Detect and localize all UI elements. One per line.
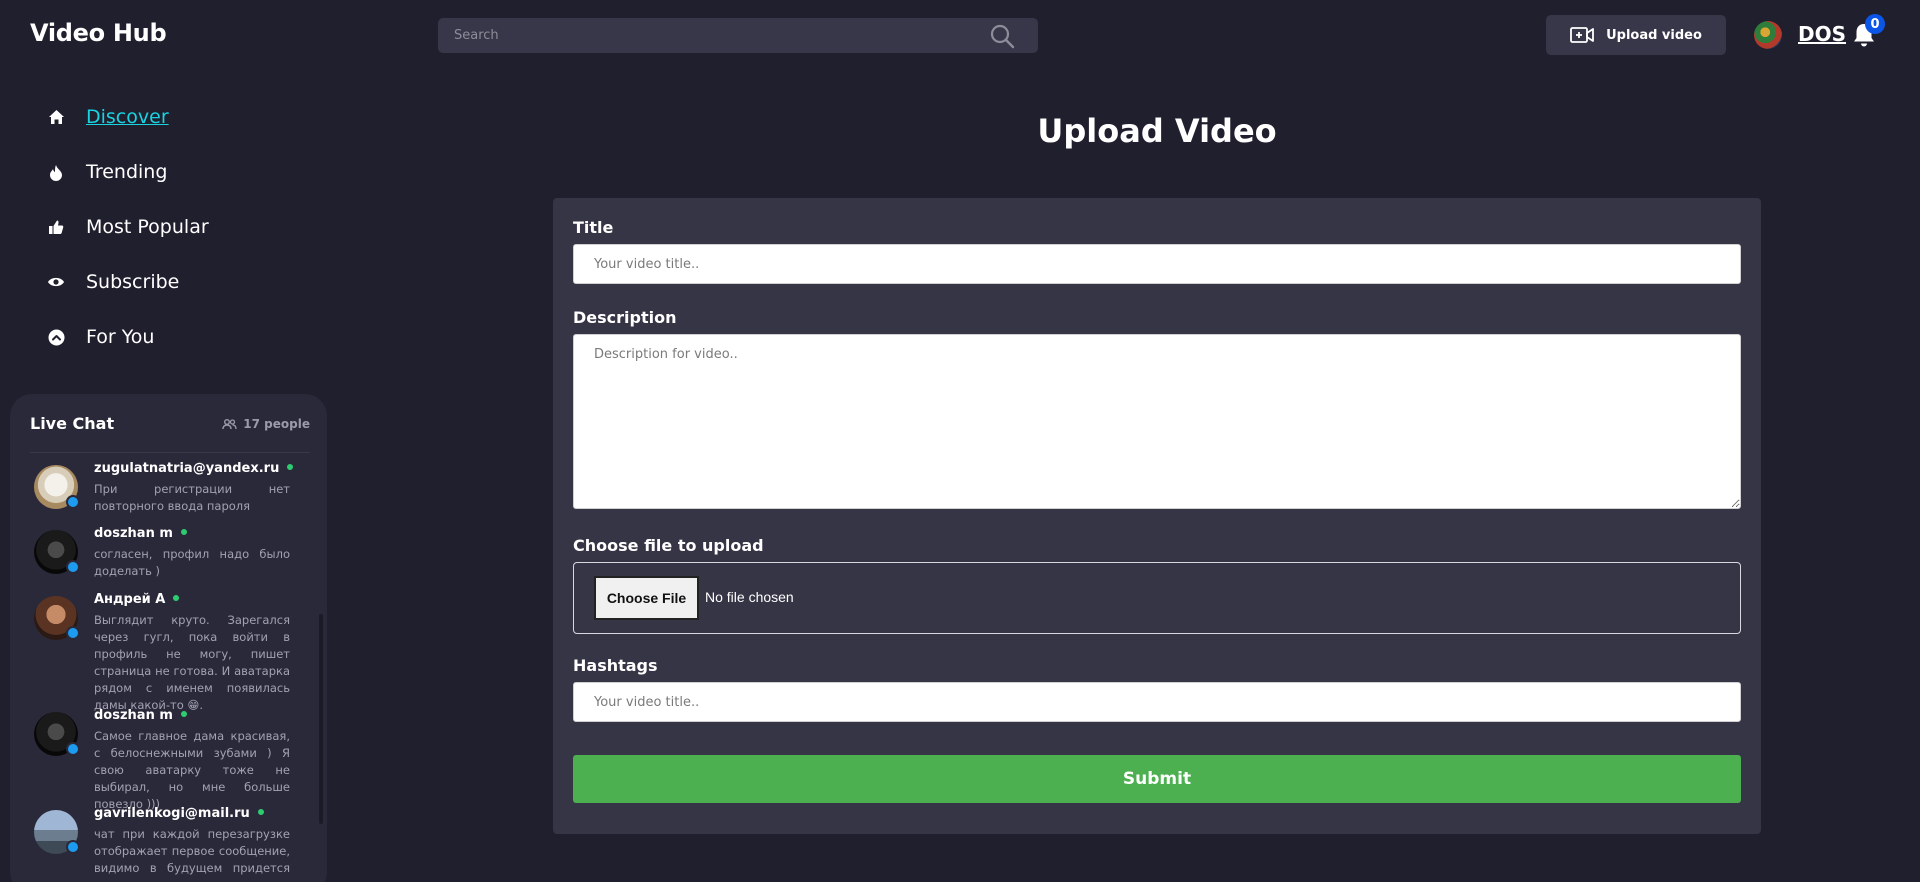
online-dot-icon xyxy=(173,595,180,601)
user-avatar[interactable] xyxy=(1754,21,1782,49)
description-textarea[interactable] xyxy=(573,334,1741,509)
file-upload-field: Choose File No file chosen xyxy=(573,562,1741,634)
search-icon[interactable] xyxy=(989,23,1015,49)
sidebar-item-discover[interactable]: Discover xyxy=(47,102,169,132)
file-status-text: No file chosen xyxy=(705,589,794,605)
search-input[interactable] xyxy=(438,18,978,53)
chat-divider xyxy=(30,452,310,453)
chat-scrollbar[interactable] xyxy=(319,614,323,824)
sidebar-item-label: For You xyxy=(86,326,155,348)
choose-file-button[interactable]: Choose File xyxy=(594,576,699,620)
chat-message-author: Андрей А xyxy=(94,592,180,607)
notification-badge: 0 xyxy=(1865,14,1885,34)
chevron-up-circle-icon xyxy=(47,328,65,346)
hashtags-input[interactable] xyxy=(573,682,1741,722)
app-logo[interactable]: Video Hub xyxy=(30,19,167,47)
username-link[interactable]: DOS xyxy=(1798,22,1846,46)
chat-people-label: 17 people xyxy=(243,417,310,431)
online-dot-icon xyxy=(180,529,187,535)
title-label: Title xyxy=(573,218,614,237)
users-icon xyxy=(222,418,237,429)
chat-message-author: zugulatnatria@yandex.ru xyxy=(94,461,294,476)
chat-message-text: Самое главное дама красивая, с белоснежн… xyxy=(94,729,290,811)
online-dot-icon xyxy=(257,809,264,815)
sidebar-item-label: Most Popular xyxy=(86,216,209,238)
sidebar-item-trending[interactable]: Trending xyxy=(47,157,167,187)
chat-message-text: При регистрации нет повторного ввода пар… xyxy=(94,482,290,513)
live-chat-title: Live Chat xyxy=(30,414,115,433)
chat-message-text: согласен, профил надо было доделать ) xyxy=(94,547,290,578)
verified-badge-icon xyxy=(66,626,80,640)
verified-badge-icon xyxy=(66,495,80,509)
thumbs-up-icon xyxy=(47,218,65,236)
chat-message-text: Выглядит круто. Зарегался через гугл, по… xyxy=(94,613,290,712)
page-title: Upload Video xyxy=(1037,112,1277,150)
fire-icon xyxy=(47,163,65,181)
sidebar-item-most-popular[interactable]: Most Popular xyxy=(47,212,209,242)
online-dot-icon xyxy=(287,464,294,470)
chat-message-author: doszhan m xyxy=(94,526,187,541)
upload-video-label: Upload video xyxy=(1606,27,1702,43)
chat-message-author: gavrilenkogi@mail.ru xyxy=(94,806,264,821)
live-chat-panel: Live Chat 17 people zugulatnatria@yandex… xyxy=(10,394,327,882)
file-upload-label: Choose file to upload xyxy=(573,536,764,555)
chat-people-count: 17 people xyxy=(222,417,310,431)
sidebar-item-label: Discover xyxy=(86,106,169,128)
sidebar-item-label: Subscribe xyxy=(86,271,180,293)
sidebar-item-label: Trending xyxy=(86,161,168,183)
top-header: Video Hub Upload video DOS 0 xyxy=(0,0,1920,70)
title-input[interactable] xyxy=(573,244,1741,284)
sidebar-item-subscribe[interactable]: Subscribe xyxy=(47,267,179,297)
chat-message-text: чат при каждой перезагрузке отображает п… xyxy=(94,827,290,882)
verified-badge-icon xyxy=(66,742,80,756)
search-bar xyxy=(438,18,1038,53)
verified-badge-icon xyxy=(66,560,80,574)
description-label: Description xyxy=(573,308,677,327)
upload-form: Title Description Choose file to upload … xyxy=(553,198,1761,834)
eye-icon xyxy=(47,273,65,291)
submit-button[interactable]: Submit xyxy=(573,755,1741,803)
hashtags-label: Hashtags xyxy=(573,656,658,675)
live-chat-header: Live Chat 17 people xyxy=(30,414,310,444)
chat-message-author: doszhan m xyxy=(94,708,187,723)
online-dot-icon xyxy=(180,711,187,717)
home-icon xyxy=(47,108,65,126)
verified-badge-icon xyxy=(66,840,80,854)
sidebar-item-for-you[interactable]: For You xyxy=(47,322,154,352)
upload-video-button[interactable]: Upload video xyxy=(1546,15,1726,55)
video-upload-icon xyxy=(1570,27,1594,43)
